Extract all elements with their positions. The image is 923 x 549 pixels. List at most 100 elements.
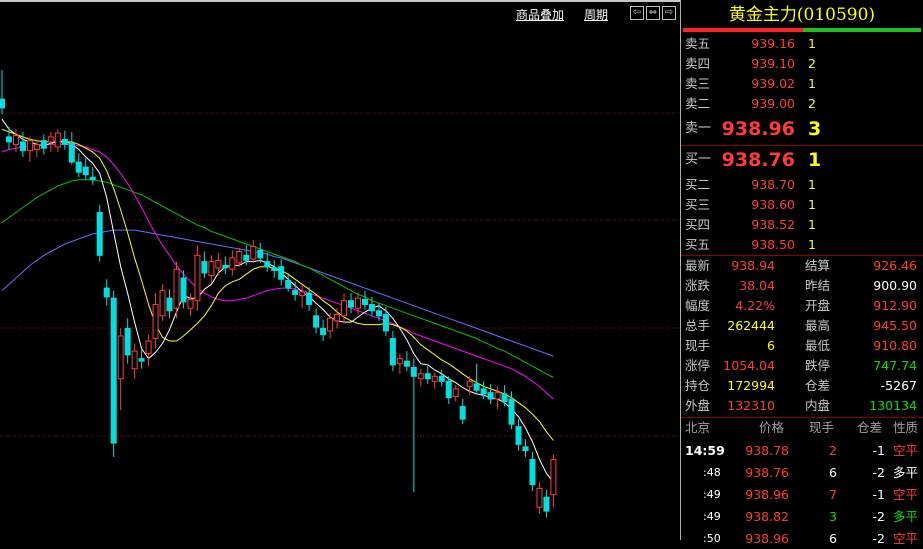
candle-body xyxy=(334,314,341,322)
nav-left-button[interactable]: ⇦ xyxy=(630,6,644,20)
candle-body xyxy=(243,254,250,261)
bid-volume: 1 xyxy=(808,197,816,212)
candle-body xyxy=(75,161,82,173)
quote-row: 涨跌 38.04 昨结 900.90 xyxy=(681,276,923,296)
quote-value: 1054.04 xyxy=(723,358,775,373)
candle xyxy=(264,252,271,272)
candle xyxy=(320,319,327,341)
quote-label: 最高 xyxy=(805,318,831,333)
tick-oi: -2 xyxy=(872,509,885,524)
candle xyxy=(522,439,529,457)
candle xyxy=(33,139,40,158)
tick-row: :50 938.96 6 -2 空平 xyxy=(681,529,923,549)
overlay-commodity-link[interactable]: 商品叠加 xyxy=(516,6,564,23)
kline-chart-area[interactable]: 商品叠加 周期 ⇦ ⇔ ⇨ xyxy=(0,0,680,540)
tick-time: 14:59 xyxy=(685,443,725,458)
quote-value: 130134 xyxy=(869,398,917,413)
quote-label: 总手 xyxy=(685,318,711,333)
bid-price: 938.76 xyxy=(721,149,795,171)
candle xyxy=(138,349,145,369)
nav-expand-button[interactable]: ⇔ xyxy=(646,6,660,20)
candle-body xyxy=(382,314,389,332)
ask-volume: 2 xyxy=(808,56,816,71)
candle xyxy=(445,376,452,404)
candle-body xyxy=(487,392,494,400)
candle-body xyxy=(292,290,299,295)
tick-nature: 空平 xyxy=(893,531,919,546)
candle xyxy=(410,358,417,493)
ticks-header-time: 北京 xyxy=(685,420,711,435)
tick-price: 938.76 xyxy=(745,465,789,480)
quote-label: 涨跌 xyxy=(685,278,711,293)
ask-label: 卖二 xyxy=(685,96,711,111)
quote-label: 外盘 xyxy=(685,398,711,413)
tick-price: 938.82 xyxy=(745,509,789,524)
bid-price: 938.70 xyxy=(751,177,795,192)
bid-price: 938.60 xyxy=(751,197,795,212)
quote-label: 现手 xyxy=(685,338,711,353)
candle xyxy=(250,240,257,263)
bid-price: 938.52 xyxy=(751,217,795,232)
bid-row-5: 买五 938.50 1 xyxy=(681,235,923,255)
quote-label: 最新 xyxy=(685,258,711,273)
ask-price: 939.02 xyxy=(751,76,795,91)
quote-row: 持仓 172994 仓差 -5267 xyxy=(681,376,923,396)
ask-label: 卖一 xyxy=(685,121,712,136)
kline-chart[interactable] xyxy=(0,0,680,540)
ma10-line xyxy=(1,128,554,441)
candle xyxy=(417,368,424,387)
bid-label: 买二 xyxy=(685,177,711,192)
candle-body xyxy=(159,290,166,317)
quote-label: 最低 xyxy=(805,338,831,353)
candle xyxy=(431,372,438,389)
quote-panel: 黄金主力(010590) 卖五 939.16 1 卖四 939.10 2 卖三 … xyxy=(681,0,923,546)
candle xyxy=(19,131,26,158)
candle-body xyxy=(82,166,89,176)
candle xyxy=(529,451,536,491)
quote-value: 912.90 xyxy=(873,298,917,313)
nav-right-button[interactable]: ⇨ xyxy=(662,6,676,20)
tick-nature: 空平 xyxy=(893,443,919,458)
ticks-header-volume: 现手 xyxy=(809,420,835,435)
tick-volume: 2 xyxy=(829,443,837,458)
candle xyxy=(459,398,466,425)
quote-value: 747.74 xyxy=(873,358,917,373)
bid-row-1: 买一 938.76 1 xyxy=(681,148,923,172)
candle-body xyxy=(222,264,229,269)
candle-body xyxy=(131,350,138,370)
candle-body xyxy=(271,267,278,271)
candle-body xyxy=(110,297,117,444)
quote-value: 262444 xyxy=(727,318,775,333)
candle xyxy=(313,308,320,334)
tick-price: 938.78 xyxy=(745,443,789,458)
quote-row: 现手 6 最低 910.80 xyxy=(681,336,923,356)
candle-body xyxy=(327,317,334,332)
tick-oi: -2 xyxy=(872,531,885,546)
candle-body xyxy=(299,291,306,297)
candle-body xyxy=(215,259,222,269)
candle-body xyxy=(117,335,124,380)
candle xyxy=(452,385,459,402)
candle-body xyxy=(320,327,327,336)
quote-row: 总手 262444 最高 945.50 xyxy=(681,316,923,336)
ask-label: 卖五 xyxy=(685,36,711,51)
ask-volume: 1 xyxy=(808,76,816,91)
candle-body xyxy=(452,388,459,397)
quote-row: 涨停 1054.04 跌停 747.74 xyxy=(681,356,923,376)
candle-body xyxy=(257,249,264,259)
candle xyxy=(96,204,103,262)
quote-value: 132310 xyxy=(727,398,775,413)
candle xyxy=(361,290,368,310)
period-link[interactable]: 周期 xyxy=(584,6,608,23)
candle xyxy=(278,259,285,286)
tick-nature: 多平 xyxy=(893,465,919,480)
tick-oi: -2 xyxy=(872,465,885,480)
quote-row: 幅度 4.22% 开盘 912.90 xyxy=(681,296,923,316)
title-underline-red xyxy=(683,28,803,32)
bid-row-4: 买四 938.52 1 xyxy=(681,215,923,235)
bid-volume: 1 xyxy=(808,237,816,252)
candle xyxy=(536,482,543,514)
chart-toolbar: 商品叠加 周期 ⇦ ⇔ ⇨ xyxy=(0,0,680,24)
tick-row: :49 938.96 7 -1 空平 xyxy=(681,485,923,505)
ticks-header: 北京 价格 现手 仓差 性质 xyxy=(681,418,923,438)
